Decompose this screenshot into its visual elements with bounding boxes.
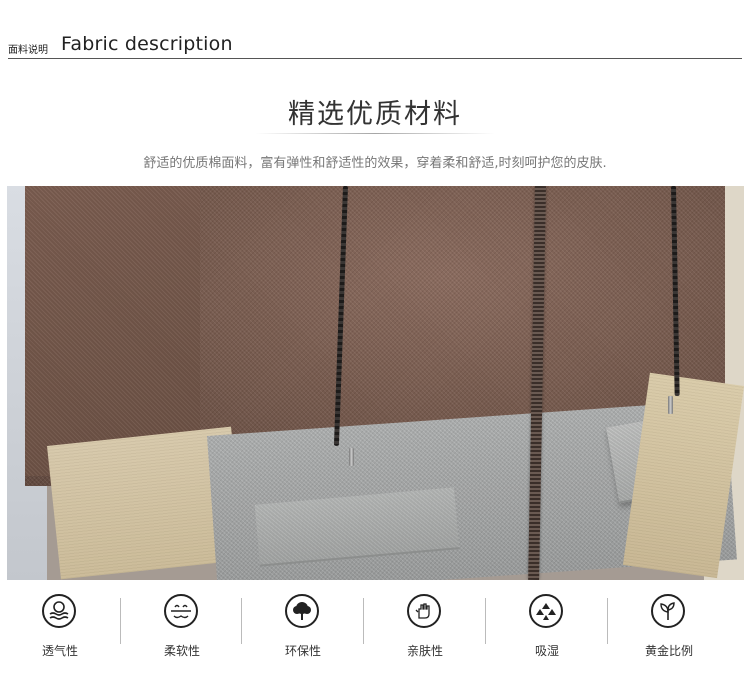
feature-label: 吸湿 bbox=[534, 644, 559, 658]
feature-skin-friendly: 亲肤性 bbox=[365, 590, 485, 666]
header-title-en: Fabric description bbox=[61, 33, 233, 55]
breathable-icon bbox=[42, 594, 76, 628]
feature-label: 环保性 bbox=[284, 644, 321, 658]
section-header: 面料说明 Fabric description bbox=[8, 30, 742, 59]
fabric-photo bbox=[7, 186, 744, 580]
divider bbox=[363, 598, 364, 644]
soft-icon bbox=[164, 594, 198, 628]
moisture-absorb-icon bbox=[529, 594, 563, 628]
eco-tree-icon bbox=[285, 594, 319, 628]
feature-breathable: 透气性 bbox=[0, 590, 120, 666]
feature-label: 黄金比例 bbox=[644, 644, 693, 658]
divider bbox=[485, 598, 486, 644]
feature-moisture: 吸湿 bbox=[487, 590, 607, 666]
subheadline: 舒适的优质棉面料，富有弹性和舒适性的效果，穿着柔和舒适,时刻呵护您的皮肤. bbox=[143, 156, 607, 171]
divider bbox=[120, 598, 121, 644]
drawstring-tip-right bbox=[668, 396, 673, 414]
skin-friendly-hand-icon bbox=[407, 594, 441, 628]
features-row: 透气性 柔软性 环保性 亲肤性 吸湿 黄金比例 bbox=[0, 590, 750, 670]
feature-soft: 柔软性 bbox=[122, 590, 242, 666]
feature-eco: 环保性 bbox=[243, 590, 363, 666]
feature-golden-ratio: 黄金比例 bbox=[609, 590, 729, 666]
headline: 精选优质材料 bbox=[288, 99, 462, 130]
golden-ratio-leaf-icon bbox=[651, 594, 685, 628]
header-title-cn: 面料说明 bbox=[8, 45, 48, 56]
headline-underline bbox=[255, 133, 495, 134]
feature-label: 柔软性 bbox=[163, 644, 200, 658]
feature-label: 透气性 bbox=[41, 644, 78, 658]
divider bbox=[607, 598, 608, 644]
feature-label: 亲肤性 bbox=[406, 644, 443, 658]
drawstring-tip-left bbox=[349, 448, 354, 466]
divider bbox=[241, 598, 242, 644]
